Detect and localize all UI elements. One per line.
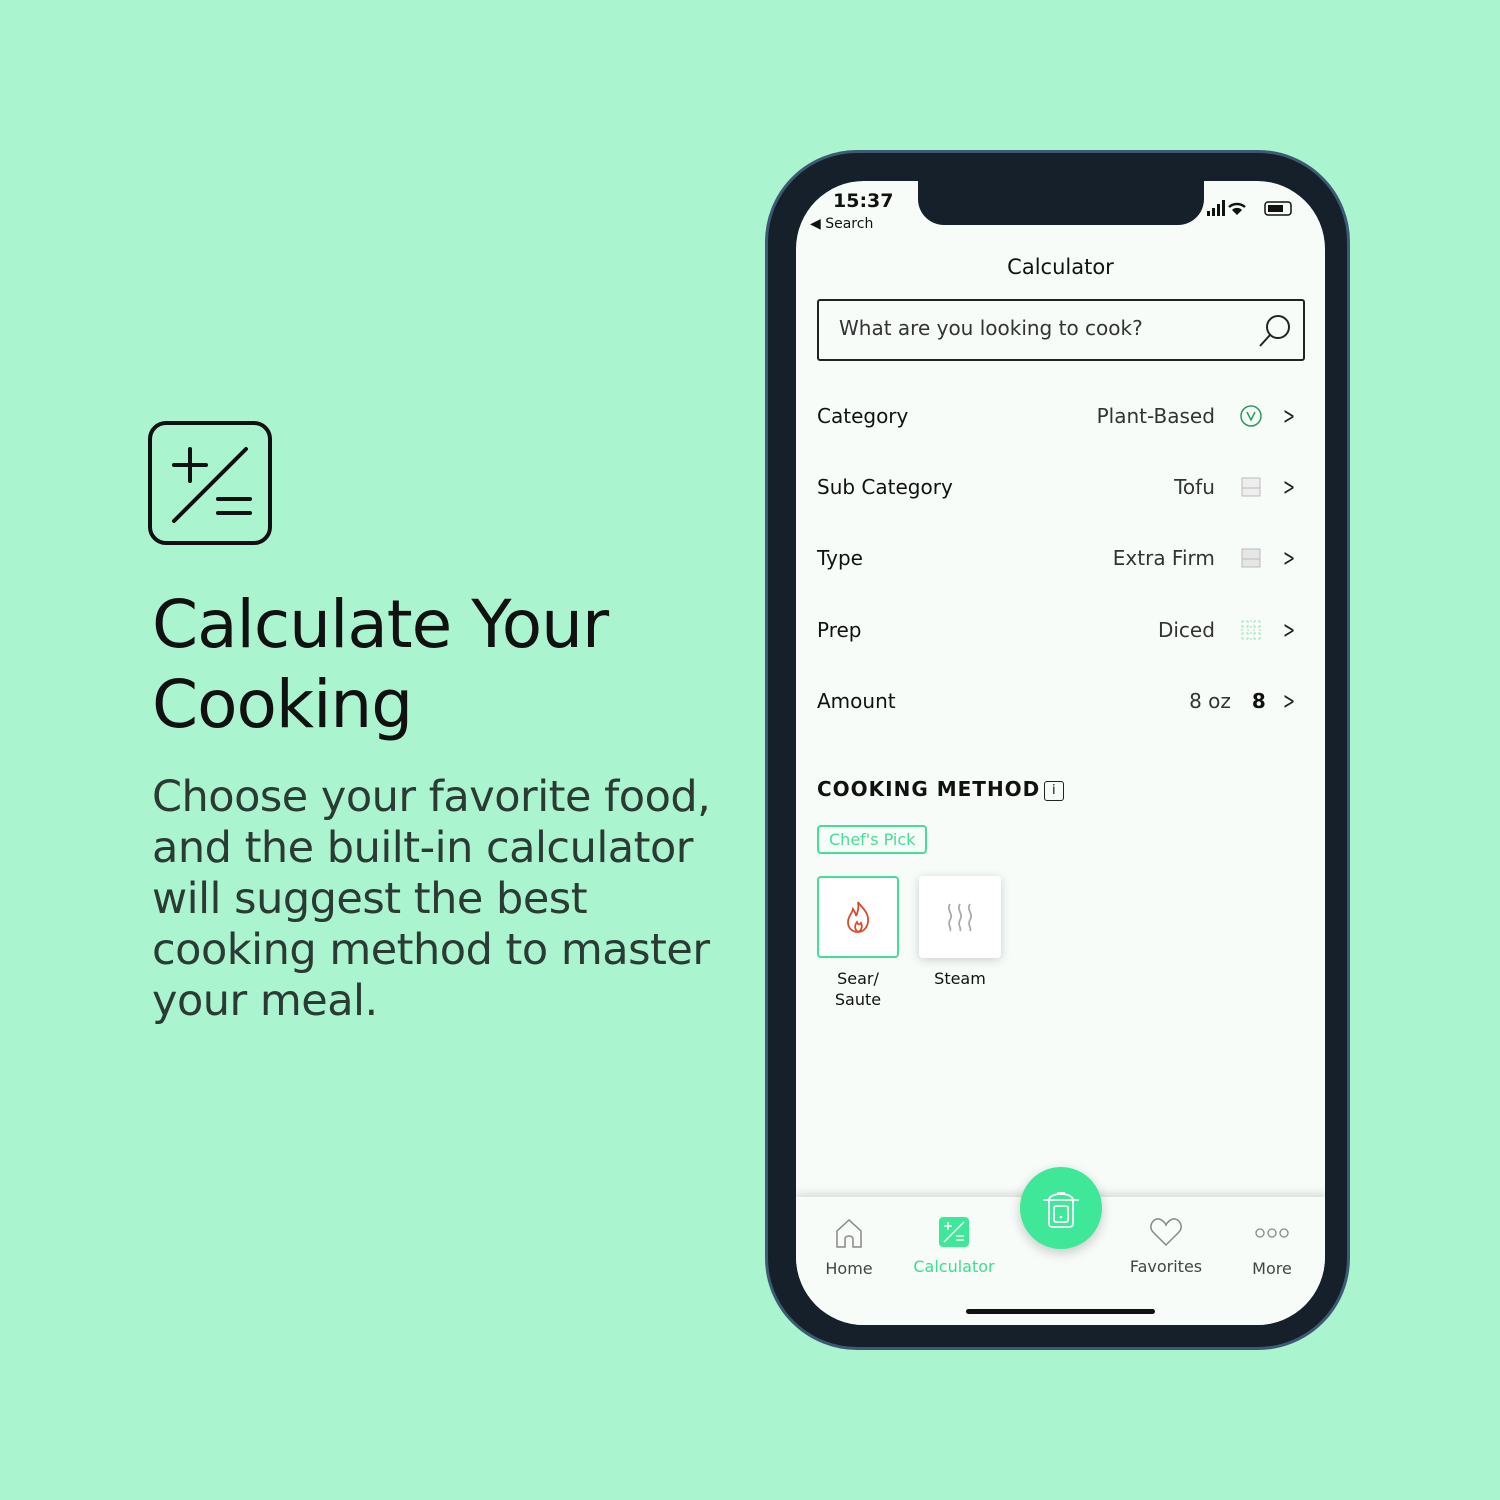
row-label: Prep [817,618,862,642]
steam-icon [947,903,973,932]
chevron-right-icon: > [1282,616,1295,644]
info-icon[interactable]: i [1044,781,1065,801]
home-icon [836,1218,862,1248]
home-indicator [966,1309,1155,1314]
method-steam[interactable] [919,876,1001,958]
method-label: Steam [934,969,986,988]
calculator-icon [939,1217,969,1247]
row-label: Category [817,404,909,428]
app-screen: 15:37 ◀ Search Calculator Category Plant… [796,181,1325,1325]
page-title: Calculator [1007,255,1114,279]
row-value: 8 oz [1189,689,1231,713]
row-sub-category[interactable]: Sub Category Tofu > [817,467,1299,507]
tab-calculator[interactable]: Calculator [904,1217,1004,1276]
row-type[interactable]: Type Extra Firm > [817,538,1299,578]
diced-grid-icon [1239,618,1263,642]
flame-icon [847,901,869,933]
chevron-right-icon: > [1282,687,1295,715]
row-value: Extra Firm [1112,546,1215,570]
tab-home[interactable]: Home [799,1217,899,1278]
row-value: Diced [1157,618,1215,642]
chevron-right-icon: > [1282,473,1295,501]
status-icons [1207,199,1297,221]
row-prep[interactable]: Prep Diced > [817,610,1299,650]
tofu-block-icon [1239,475,1263,499]
tab-label: More [1252,1259,1292,1278]
cooking-method-heading: COOKING METHOD i [817,777,1065,801]
search-box [817,299,1305,361]
heart-icon [1150,1218,1182,1247]
pressure-cooker-button[interactable] [1020,1167,1102,1249]
row-label: Type [817,546,863,570]
row-value: Plant-Based [1096,404,1215,428]
tab-label: Favorites [1129,1257,1203,1276]
row-label: Amount [817,689,896,713]
tab-favorites[interactable]: Favorites [1116,1217,1216,1276]
vegan-v-icon [1239,404,1263,428]
tab-label: Calculator [913,1257,995,1276]
method-label: Sear/ Saute [834,969,882,1009]
chevron-right-icon: > [1282,402,1295,430]
chefs-pick-badge: Chef's Pick [817,825,928,854]
phone-frame: 15:37 ◀ Search Calculator Category Plant… [765,150,1350,1350]
description: Choose your favorite food, and the built… [152,772,711,1026]
notch [918,181,1204,225]
headline: Calculate Your Cooking [152,586,609,743]
method-sear-saute[interactable] [817,876,899,958]
status-time: 15:37 [833,190,894,212]
row-category[interactable]: Category Plant-Based > [817,396,1299,436]
search-input[interactable] [839,316,1259,340]
search-icon[interactable] [1257,313,1293,349]
row-label: Sub Category [817,475,953,499]
pressure-cooker-icon [1043,1192,1079,1228]
row-value: Tofu [1174,475,1215,499]
cooking-method-title: COOKING METHOD [817,777,1041,801]
chevron-right-icon: > [1282,544,1295,572]
tab-more[interactable]: More [1222,1217,1322,1278]
amount-count: 8 [1251,689,1266,713]
calculator-promo-icon [148,421,272,545]
row-amount[interactable]: Amount 8 oz 8 > [817,681,1299,721]
tab-label: Home [825,1259,873,1278]
more-dots-icon [1255,1228,1289,1238]
tofu-block-icon [1239,546,1263,570]
back-to-search[interactable]: ◀ Search [810,216,873,232]
